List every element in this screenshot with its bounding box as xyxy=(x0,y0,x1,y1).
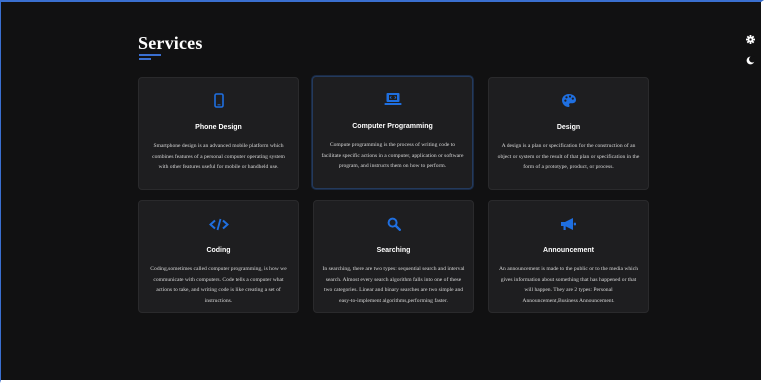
service-description: Smartphone design is an advanced mobile … xyxy=(152,143,285,170)
palette-icon xyxy=(489,92,648,108)
settings-button[interactable] xyxy=(745,35,755,45)
gear-icon xyxy=(745,31,755,49)
title-underline-short xyxy=(139,58,151,60)
service-card-phone-design[interactable]: Phone Design Smartphone design is an adv… xyxy=(138,77,299,190)
title-underline xyxy=(139,54,161,56)
service-name: Phone Design xyxy=(195,124,242,131)
service-name: Announcement xyxy=(543,247,594,254)
service-description: Compute programming is the process of wr… xyxy=(321,142,464,169)
service-description: An announcement is made to the public or… xyxy=(498,266,639,304)
services-page: Services Phone Design Smartphone design … xyxy=(0,0,764,383)
section-title: Services xyxy=(138,33,203,53)
service-description: A design is a plan or specification for … xyxy=(497,143,640,170)
service-name: Searching xyxy=(376,247,411,254)
service-card-searching[interactable]: Searching In searching, there are two ty… xyxy=(313,200,474,313)
service-name: Design xyxy=(556,124,581,131)
code-icon xyxy=(139,216,298,232)
service-description: In searching, there are two types: seque… xyxy=(322,266,465,304)
service-card-computer-programming[interactable]: Computer Programming Compute programming… xyxy=(312,76,473,189)
service-card-design[interactable]: Design A design is a plan or specificati… xyxy=(488,77,649,190)
megaphone-icon xyxy=(489,216,648,232)
service-card-coding[interactable]: Coding Coding,sometimes called computer … xyxy=(138,200,299,313)
search-icon xyxy=(314,216,473,232)
theme-toggle-button[interactable] xyxy=(745,56,756,66)
service-card-announcement[interactable]: Announcement An announcement is made to … xyxy=(488,200,649,313)
service-description: Coding,sometimes called computer program… xyxy=(150,266,287,304)
service-name: Coding xyxy=(206,247,231,254)
moon-icon xyxy=(746,52,756,70)
service-name: Computer Programming xyxy=(352,123,433,130)
laptop-code-icon xyxy=(313,91,472,107)
mobile-phone-icon xyxy=(139,92,298,108)
